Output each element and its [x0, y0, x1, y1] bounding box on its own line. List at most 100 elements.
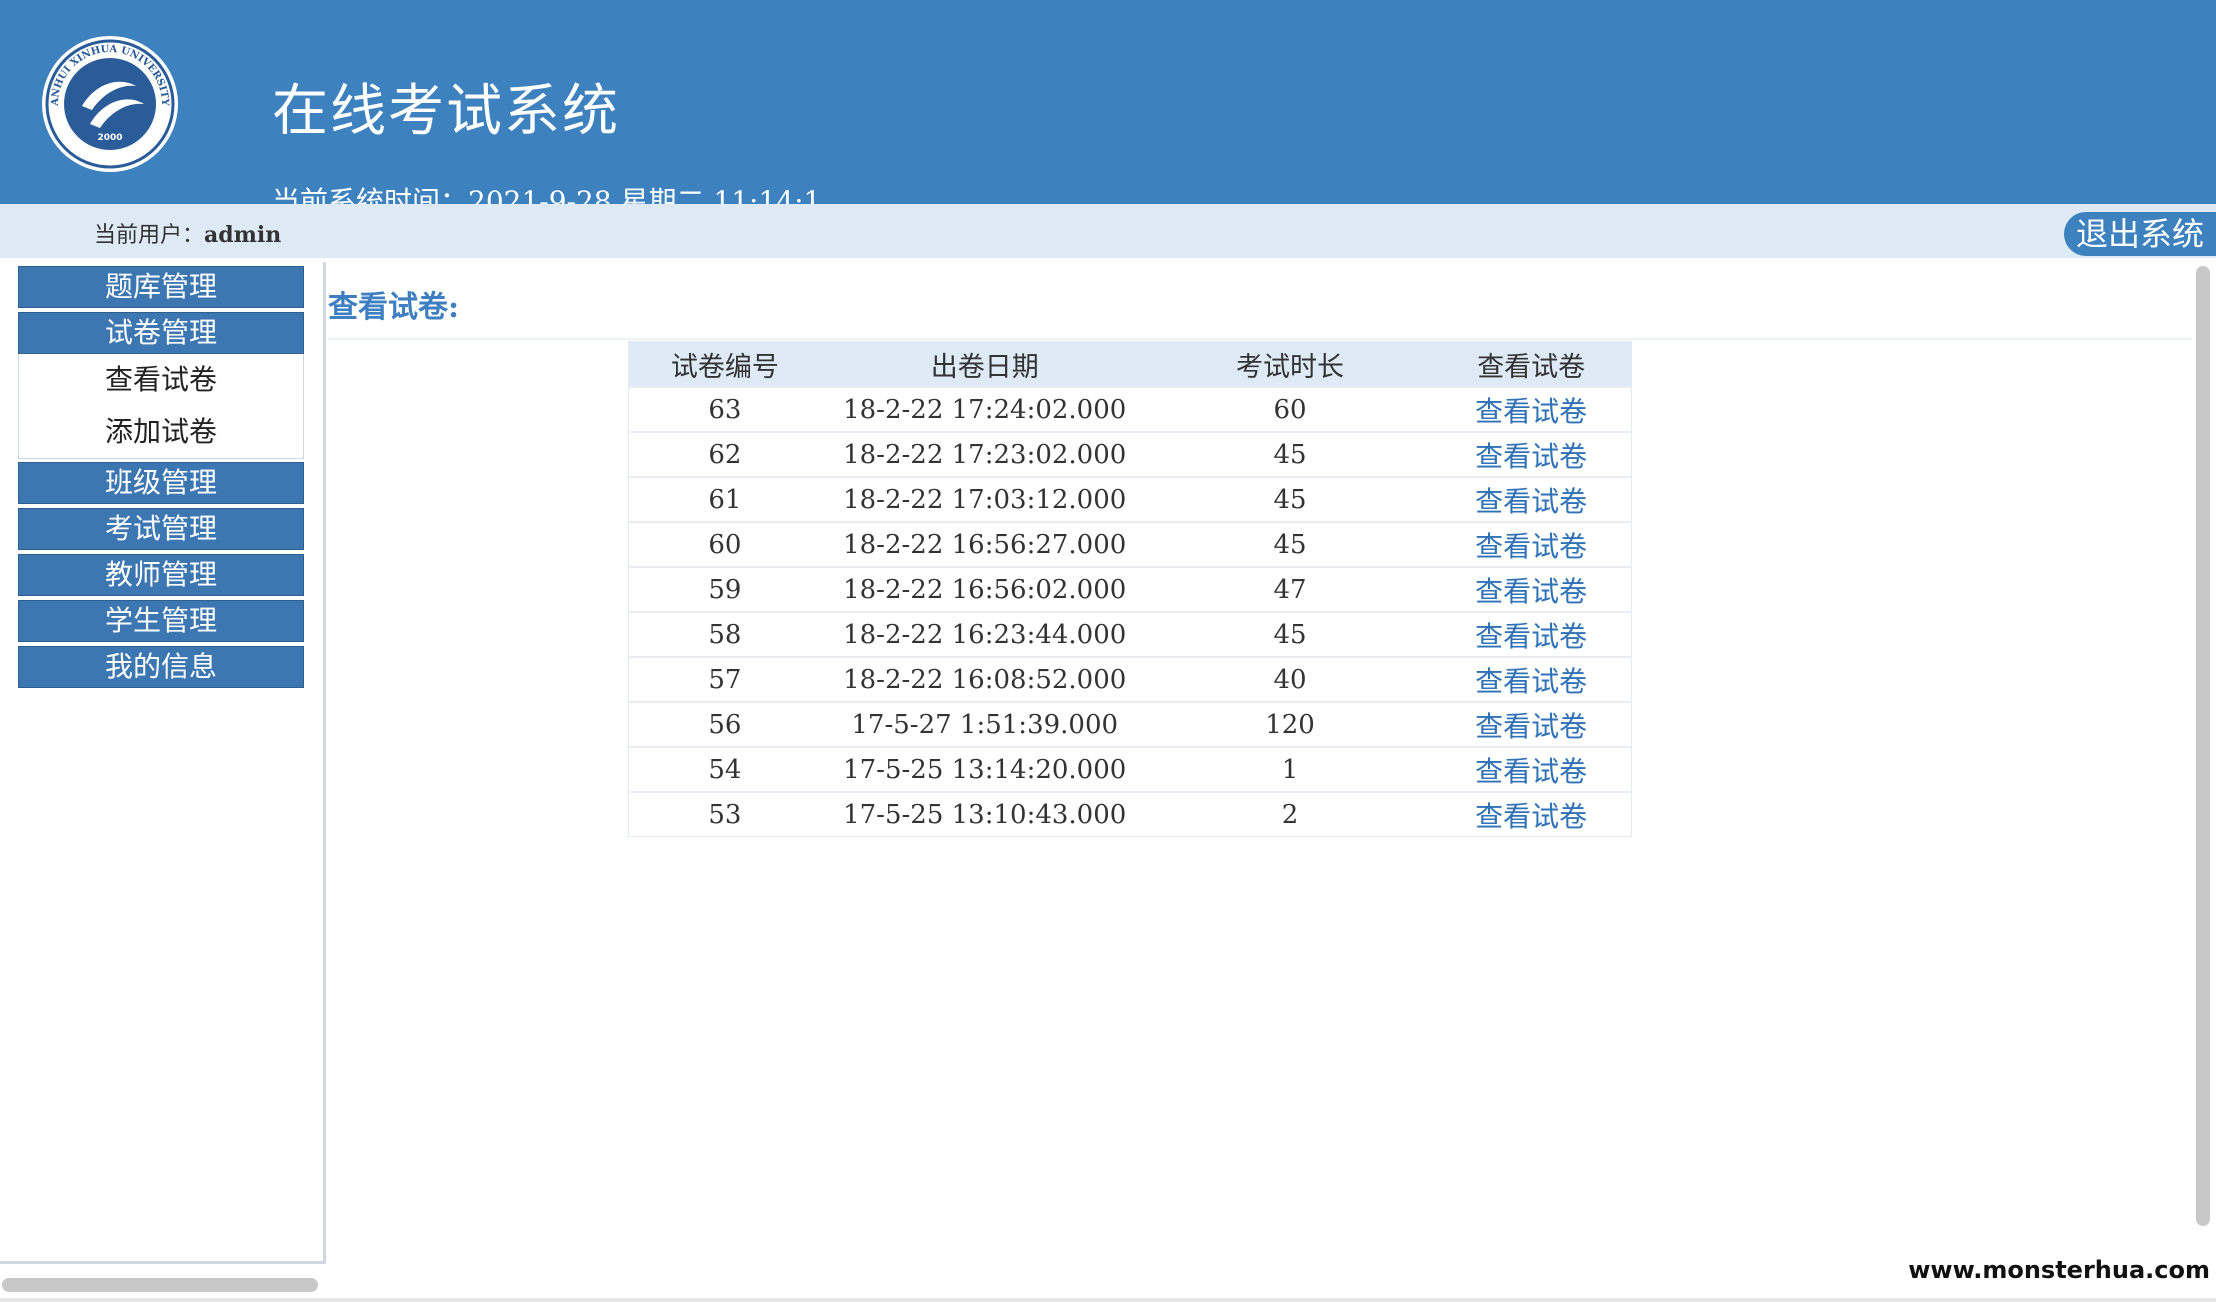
cell-view-paper: 查看试卷	[1431, 746, 1632, 792]
table-row: 54 17-5-25 13:14:20.000 1 查看试卷	[628, 746, 1632, 792]
cell-paper-id: 60	[628, 521, 821, 567]
content-vertical-scrollbar[interactable]	[2196, 266, 2210, 1226]
cell-duration: 2	[1148, 791, 1432, 837]
cell-issue-date: 17-5-25 13:10:43.000	[820, 791, 1149, 837]
watermark: www.monsterhua.com	[1904, 1256, 2214, 1284]
cell-paper-id: 54	[628, 746, 821, 792]
cell-view-paper: 查看试卷	[1431, 701, 1632, 747]
cell-paper-id: 63	[628, 386, 821, 432]
papers-table: 试卷编号 出卷日期 考试时长 查看试卷 63 18-2-22 17:24:02.0…	[628, 341, 1632, 837]
cell-issue-date: 18-2-22 16:23:44.000	[820, 611, 1149, 657]
sidebar: 题库管理 试卷管理 查看试卷 添加试卷 班级管理 考试管理 教师管理 学生管理 …	[0, 262, 326, 1264]
cell-view-paper: 查看试卷	[1431, 656, 1632, 702]
submenu-item-add-paper[interactable]: 添加试卷	[19, 406, 303, 458]
cell-view-paper: 查看试卷	[1431, 431, 1632, 477]
menu-head-teacher-management[interactable]: 教师管理	[18, 554, 304, 596]
menu-paper-management: 试卷管理 查看试卷 添加试卷	[18, 312, 304, 459]
cell-view-paper: 查看试卷	[1431, 566, 1632, 612]
cell-issue-date: 18-2-22 17:23:02.000	[820, 431, 1149, 477]
cell-paper-id: 57	[628, 656, 821, 702]
view-paper-link[interactable]: 查看试卷	[1475, 530, 1587, 563]
current-user-label: 当前用户：	[94, 223, 205, 248]
cell-view-paper: 查看试卷	[1431, 791, 1632, 837]
menu-exam-management: 考试管理	[18, 508, 304, 550]
submenu-paper-management: 查看试卷 添加试卷	[18, 354, 304, 459]
cell-paper-id: 58	[628, 611, 821, 657]
cell-duration: 45	[1148, 431, 1432, 477]
table-row: 59 18-2-22 16:56:02.000 47 查看试卷	[628, 566, 1632, 612]
cell-duration: 47	[1148, 566, 1432, 612]
table-row: 61 18-2-22 17:03:12.000 45 查看试卷	[628, 476, 1632, 522]
header-paper-id: 试卷编号	[628, 341, 821, 387]
menu-head-student-management[interactable]: 学生管理	[18, 600, 304, 642]
system-time: 当前系统时间：2021-9-28 星期二 11:14:1	[272, 185, 822, 204]
cell-issue-date: 17-5-27 1:51:39.000	[820, 701, 1149, 747]
header-view-paper: 查看试卷	[1431, 341, 1632, 387]
cell-duration: 1	[1148, 746, 1432, 792]
cell-issue-date: 18-2-22 16:08:52.000	[820, 656, 1149, 702]
header-duration: 考试时长	[1148, 341, 1432, 387]
cell-paper-id: 53	[628, 791, 821, 837]
view-paper-link[interactable]: 查看试卷	[1475, 395, 1587, 428]
user-bar: 当前用户：admin 退出系统	[0, 204, 2216, 258]
current-username: admin	[204, 222, 282, 248]
menu-head-my-info[interactable]: 我的信息	[18, 646, 304, 688]
bottom-border	[0, 1298, 2216, 1302]
view-paper-link[interactable]: 查看试卷	[1475, 665, 1587, 698]
view-paper-link[interactable]: 查看试卷	[1475, 800, 1587, 833]
cell-duration: 45	[1148, 476, 1432, 522]
cell-paper-id: 62	[628, 431, 821, 477]
cell-duration: 60	[1148, 386, 1432, 432]
view-paper-link[interactable]: 查看试卷	[1475, 440, 1587, 473]
view-paper-link[interactable]: 查看试卷	[1475, 755, 1587, 788]
table-row: 62 18-2-22 17:23:02.000 45 查看试卷	[628, 431, 1632, 477]
sidebar-horizontal-scrollbar[interactable]	[2, 1278, 318, 1292]
header-issue-date: 出卷日期	[820, 341, 1149, 387]
cell-paper-id: 56	[628, 701, 821, 747]
table-row: 60 18-2-22 16:56:27.000 45 查看试卷	[628, 521, 1632, 567]
university-logo: ANHUI XINHUA UNIVERSITY 安徽新华学院 2000	[40, 34, 180, 174]
cell-paper-id: 59	[628, 566, 821, 612]
table-body: 63 18-2-22 17:24:02.000 60 查看试卷 62 18-2-22 17…	[628, 386, 1632, 837]
menu-head-exam-management[interactable]: 考试管理	[18, 508, 304, 550]
cell-issue-date: 17-5-25 13:14:20.000	[820, 746, 1149, 792]
cell-issue-date: 18-2-22 16:56:02.000	[820, 566, 1149, 612]
submenu-item-view-papers[interactable]: 查看试卷	[19, 354, 303, 406]
cell-view-paper: 查看试卷	[1431, 611, 1632, 657]
view-paper-link[interactable]: 查看试卷	[1475, 620, 1587, 653]
cell-issue-date: 18-2-22 17:03:12.000	[820, 476, 1149, 522]
svg-text:2000: 2000	[97, 133, 122, 143]
cell-view-paper: 查看试卷	[1431, 521, 1632, 567]
view-paper-link[interactable]: 查看试卷	[1475, 485, 1587, 518]
menu-teacher-management: 教师管理	[18, 554, 304, 596]
table-row: 57 18-2-22 16:08:52.000 40 查看试卷	[628, 656, 1632, 702]
app-header: ANHUI XINHUA UNIVERSITY 安徽新华学院 2000 在线考试…	[0, 0, 2216, 204]
menu-student-management: 学生管理	[18, 600, 304, 642]
view-paper-link[interactable]: 查看试卷	[1475, 575, 1587, 608]
menu-my-info: 我的信息	[18, 646, 304, 688]
table-row: 56 17-5-27 1:51:39.000 120 查看试卷	[628, 701, 1632, 747]
content-divider	[328, 338, 2192, 340]
cell-duration: 45	[1148, 521, 1432, 567]
current-user: 当前用户：admin	[94, 217, 281, 249]
cell-duration: 45	[1148, 611, 1432, 657]
menu-head-paper-management[interactable]: 试卷管理	[18, 312, 304, 354]
view-paper-link[interactable]: 查看试卷	[1475, 710, 1587, 743]
table-row: 63 18-2-22 17:24:02.000 60 查看试卷	[628, 386, 1632, 432]
cell-issue-date: 18-2-22 17:24:02.000	[820, 386, 1149, 432]
cell-duration: 120	[1148, 701, 1432, 747]
cell-paper-id: 61	[628, 476, 821, 522]
menu-head-class-management[interactable]: 班级管理	[18, 462, 304, 504]
menu-question-bank: 题库管理	[18, 266, 304, 308]
menu-class-management: 班级管理	[18, 462, 304, 504]
cell-issue-date: 18-2-22 16:56:27.000	[820, 521, 1149, 567]
cell-view-paper: 查看试卷	[1431, 476, 1632, 522]
table-row: 53 17-5-25 13:10:43.000 2 查看试卷	[628, 791, 1632, 837]
page-title: 查看试卷:	[328, 290, 460, 325]
logout-button[interactable]: 退出系统	[2064, 212, 2216, 256]
cell-view-paper: 查看试卷	[1431, 386, 1632, 432]
table-row: 58 18-2-22 16:23:44.000 45 查看试卷	[628, 611, 1632, 657]
menu-head-question-bank[interactable]: 题库管理	[18, 266, 304, 308]
table-header-row: 试卷编号 出卷日期 考试时长 查看试卷	[628, 341, 1632, 387]
app-title: 在线考试系统	[272, 79, 620, 144]
